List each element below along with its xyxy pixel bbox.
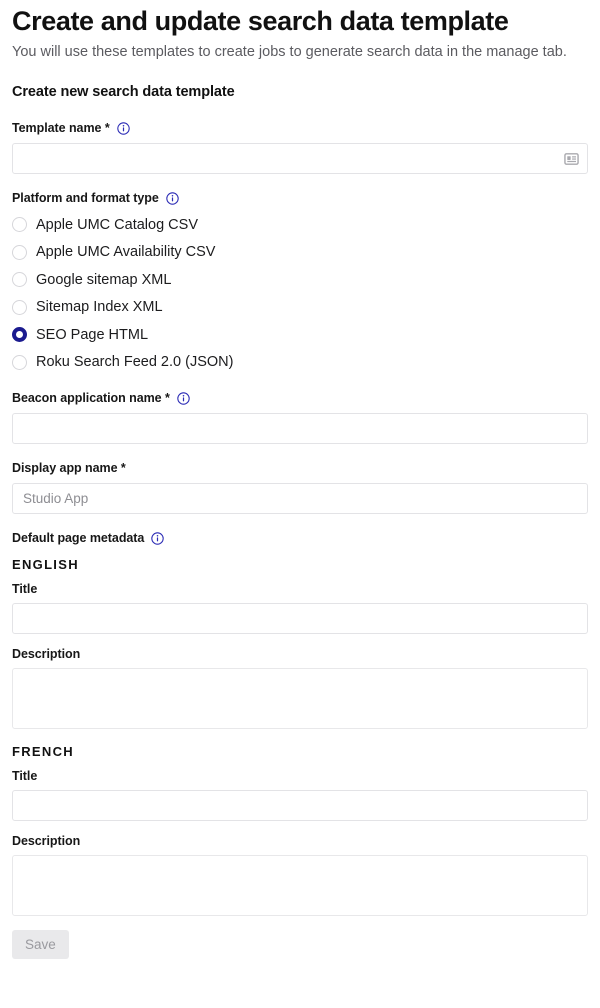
display-app-name-label: Display app name * bbox=[12, 460, 588, 476]
radio-mark bbox=[12, 354, 27, 370]
radio-label: Roku Search Feed 2.0 (JSON) bbox=[36, 354, 234, 371]
radio-option-sitemap-index-xml[interactable]: Sitemap Index XML bbox=[12, 294, 588, 322]
locale-heading-english: ENGLISH bbox=[12, 557, 79, 572]
radio-label: Apple UMC Availability CSV bbox=[36, 244, 216, 261]
french-description-textarea[interactable] bbox=[12, 855, 588, 916]
template-name-label: Template name * bbox=[12, 120, 588, 136]
default-page-metadata-label-text: Default page metadata bbox=[12, 531, 145, 545]
template-name-label-text: Template name * bbox=[12, 121, 110, 135]
radio-mark bbox=[12, 217, 27, 233]
info-icon[interactable] bbox=[177, 391, 190, 405]
template-name-field-group: Template name * bbox=[12, 120, 588, 174]
english-title-label: Title bbox=[12, 581, 588, 597]
english-description-label-text: Description bbox=[12, 647, 81, 661]
display-app-name-field-group: Display app name * Studio App bbox=[12, 460, 588, 514]
french-title-label-text: Title bbox=[12, 769, 38, 783]
beacon-application-name-input[interactable] bbox=[12, 413, 588, 444]
beacon-application-name-label: Beacon application name * bbox=[12, 390, 588, 406]
info-icon[interactable] bbox=[151, 531, 165, 545]
beacon-application-name-label-text: Beacon application name * bbox=[12, 391, 170, 405]
radio-label: Google sitemap XML bbox=[36, 271, 172, 288]
radio-mark bbox=[12, 299, 27, 315]
platform-format-label-text: Platform and format type bbox=[12, 191, 159, 205]
radio-label: Sitemap Index XML bbox=[36, 299, 163, 316]
form-actions: Save bbox=[12, 930, 588, 959]
page-title: Create and update search data template bbox=[12, 6, 509, 36]
save-button[interactable]: Save bbox=[12, 930, 69, 959]
page-subtitle: You will use these templates to create j… bbox=[12, 44, 567, 60]
create-search-data-template-page: Create and update search data template Y… bbox=[0, 0, 600, 959]
info-icon[interactable] bbox=[116, 121, 130, 135]
default-page-metadata-group: Default page metadata ENGLISH Title Desc… bbox=[12, 530, 588, 916]
radio-option-google-sitemap-xml[interactable]: Google sitemap XML bbox=[12, 266, 588, 294]
display-app-name-input[interactable]: Studio App bbox=[12, 483, 588, 514]
radio-label: SEO Page HTML bbox=[36, 326, 149, 343]
french-title-input[interactable] bbox=[12, 790, 588, 821]
info-icon[interactable] bbox=[166, 191, 179, 205]
french-description-label: Description bbox=[12, 833, 588, 849]
display-app-name-label-text: Display app name * bbox=[12, 461, 126, 475]
locale-block-french: FRENCH Title Description bbox=[12, 743, 588, 916]
english-description-textarea[interactable] bbox=[12, 668, 588, 729]
english-description-label: Description bbox=[12, 646, 588, 662]
locale-block-english: ENGLISH Title Description bbox=[12, 556, 588, 729]
radio-option-roku-search-feed-json[interactable]: Roku Search Feed 2.0 (JSON) bbox=[12, 349, 588, 377]
english-title-input[interactable] bbox=[12, 603, 588, 634]
platform-format-label: Platform and format type bbox=[12, 190, 588, 206]
radio-label: Apple UMC Catalog CSV bbox=[36, 216, 198, 233]
radio-option-seo-page-html[interactable]: SEO Page HTML bbox=[12, 321, 588, 349]
english-title-label-text: Title bbox=[12, 582, 38, 596]
platform-format-field-group: Platform and format type Apple UMC Catal… bbox=[12, 190, 588, 376]
radio-mark-selected bbox=[12, 327, 27, 343]
radio-mark bbox=[12, 244, 27, 260]
display-app-name-placeholder: Studio App bbox=[23, 491, 89, 506]
beacon-application-name-field-group: Beacon application name * bbox=[12, 390, 588, 444]
default-page-metadata-label: Default page metadata bbox=[12, 530, 588, 546]
radio-option-apple-umc-catalog-csv[interactable]: Apple UMC Catalog CSV bbox=[12, 211, 588, 239]
radio-option-apple-umc-availability-csv[interactable]: Apple UMC Availability CSV bbox=[12, 239, 588, 267]
french-description-label-text: Description bbox=[12, 834, 81, 848]
section-heading-create-new-template: Create new search data template bbox=[12, 84, 235, 100]
platform-format-radio-group: Apple UMC Catalog CSV Apple UMC Availabi… bbox=[12, 206, 588, 376]
contact-card-icon[interactable] bbox=[564, 151, 579, 166]
radio-mark bbox=[12, 272, 27, 288]
locale-heading-french: FRENCH bbox=[12, 744, 74, 759]
french-title-label: Title bbox=[12, 768, 588, 784]
template-name-input[interactable] bbox=[12, 143, 588, 174]
